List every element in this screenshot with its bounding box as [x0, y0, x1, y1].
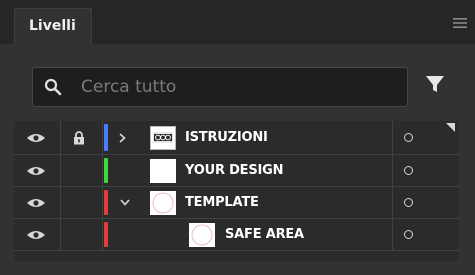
layers-panel: Livelli Cerca tutto ISTRUZIONI YOUR DESI…: [0, 0, 475, 275]
target-circle-icon[interactable]: [404, 132, 413, 142]
eye-icon[interactable]: [26, 165, 46, 177]
layer-name: YOUR DESIGN: [185, 162, 284, 178]
search-icon: [44, 78, 62, 96]
search-input[interactable]: [81, 68, 401, 106]
layer-name: ISTRUZIONI: [185, 129, 268, 145]
tab-livelli[interactable]: Livelli: [14, 8, 92, 44]
layer-row-template[interactable]: TEMPLATE: [14, 187, 459, 219]
layer-color-bar: [104, 222, 108, 247]
target-circle-icon[interactable]: [404, 165, 413, 175]
hamburger-icon[interactable]: [453, 18, 467, 28]
tab-bar: Livelli: [0, 0, 475, 44]
selection-corner-marker: [446, 123, 455, 132]
layer-color-bar: [104, 190, 108, 215]
chevron-down-icon[interactable]: [120, 198, 130, 206]
target-circle-icon[interactable]: [404, 197, 413, 207]
lock-icon[interactable]: [73, 130, 85, 145]
layer-row-istruzioni[interactable]: ISTRUZIONI: [14, 121, 459, 155]
layer-name: SAFE AREA: [225, 226, 304, 242]
layer-color-bar: [104, 158, 108, 183]
layers-list: ISTRUZIONI YOUR DESIGN TEMPLATE SAFE ARE…: [14, 121, 459, 261]
eye-icon[interactable]: [26, 132, 46, 144]
chevron-right-icon[interactable]: [119, 132, 126, 143]
eye-icon[interactable]: [26, 229, 46, 241]
eye-icon[interactable]: [26, 197, 46, 209]
layer-color-bar: [104, 124, 108, 151]
circle-thumbnail: [150, 190, 176, 215]
blank-thumbnail: [150, 158, 176, 183]
tab-label: Livelli: [29, 18, 76, 34]
search-box: [32, 67, 408, 107]
instructions-thumbnail: [150, 125, 176, 150]
layer-row-your-design[interactable]: YOUR DESIGN: [14, 155, 459, 187]
layer-name: TEMPLATE: [185, 194, 259, 210]
target-circle-icon[interactable]: [404, 229, 413, 239]
circle-thumbnail: [189, 222, 215, 247]
filter-icon[interactable]: [425, 74, 445, 94]
layer-row-safe-area[interactable]: SAFE AREA: [14, 219, 459, 251]
